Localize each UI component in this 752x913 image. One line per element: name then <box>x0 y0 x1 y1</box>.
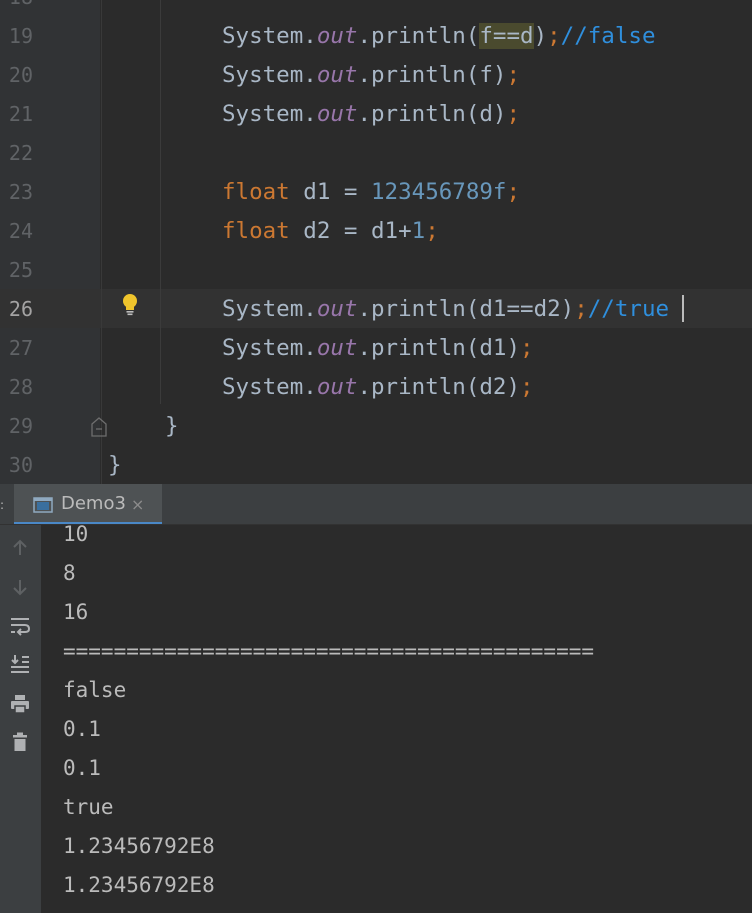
line-number: 25 <box>8 258 33 282</box>
output-line: 1.23456792E8 <box>63 834 215 858</box>
code-line-29[interactable]: } <box>165 407 179 446</box>
output-line: false <box>63 678 127 702</box>
code-token-field: out <box>316 335 358 361</box>
console-app-icon <box>33 497 53 513</box>
code-line-23[interactable]: float d1 = 123456789f; <box>222 173 520 212</box>
output-line: true <box>63 795 114 819</box>
output-line: 1.23456792E8 <box>63 873 215 897</box>
code-comment: //true <box>587 296 670 322</box>
code-token: System. <box>222 62 317 88</box>
code-line-24[interactable]: float d2 = d1+1; <box>222 212 439 251</box>
code-token: d1 = <box>289 179 372 205</box>
gutter-separator <box>101 0 102 484</box>
code-token: .println(d) <box>357 101 507 127</box>
closing-brace: } <box>165 413 179 439</box>
tab-bar-marker: : <box>0 498 5 512</box>
output-line: 16 <box>63 600 89 624</box>
code-line-30[interactable]: } <box>108 446 122 484</box>
code-token-field: out <box>316 296 358 322</box>
line-number: 29 <box>8 414 33 438</box>
line-number: 20 <box>8 63 33 87</box>
lightbulb-icon[interactable] <box>121 293 139 317</box>
close-icon[interactable]: × <box>131 497 144 513</box>
semicolon: ; <box>520 335 534 361</box>
line-number: 30 <box>8 453 33 477</box>
code-token: d2 = d1+ <box>289 218 412 244</box>
output-line: 10 <box>63 525 89 546</box>
code-token: .println(d1==d2) <box>357 296 575 322</box>
run-tab-bar: : Demo3 × <box>0 484 752 525</box>
output-separator: ========================================… <box>63 639 595 663</box>
semicolon: ; <box>506 62 521 88</box>
scroll-to-end-icon[interactable] <box>9 653 31 675</box>
code-number: 1 <box>411 218 426 244</box>
code-token-field: out <box>316 374 358 400</box>
code-token: .println(f) <box>357 62 507 88</box>
code-keyword: float <box>222 218 290 244</box>
code-line-26[interactable]: System.out.println(d1==d2);//true <box>222 290 669 329</box>
code-line-20[interactable]: System.out.println(f); <box>222 56 520 95</box>
code-token-field: out <box>316 101 358 127</box>
arrow-down-icon[interactable] <box>9 576 31 598</box>
output-line: 8 <box>63 561 76 585</box>
code-comment: //false <box>560 23 656 49</box>
output-line: 0.1 <box>63 756 101 780</box>
tab-label[interactable]: Demo3 <box>61 492 126 516</box>
code-token: .println( <box>357 23 480 49</box>
output-line: 0.1 <box>63 717 101 741</box>
line-number: 28 <box>8 375 33 399</box>
trash-icon[interactable] <box>9 731 31 753</box>
line-number: 19 <box>8 24 33 48</box>
code-token: System. <box>222 374 317 400</box>
print-icon[interactable] <box>9 693 31 715</box>
closing-brace: } <box>108 452 122 478</box>
line-number: 24 <box>8 219 33 243</box>
code-token: System. <box>222 335 317 361</box>
code-editor[interactable]: 18 19 20 21 22 23 24 25 26 27 28 29 30 S… <box>0 0 752 484</box>
line-number: 18 <box>0 0 33 17</box>
code-token: ) <box>533 23 548 49</box>
line-number: 27 <box>8 336 33 360</box>
code-token: .println(d1) <box>357 335 521 361</box>
text-caret <box>682 295 684 322</box>
code-token: System. <box>222 23 317 49</box>
code-line-19[interactable]: System.out.println(f==d);//false <box>222 17 656 56</box>
semicolon: ; <box>520 374 534 400</box>
run-tool-window: : Demo3 × 10 8 16 ======================… <box>0 484 752 913</box>
line-number: 21 <box>8 102 33 126</box>
fold-marker-icon[interactable] <box>90 416 108 438</box>
code-keyword: float <box>222 179 290 205</box>
code-line-28[interactable]: System.out.println(d2); <box>222 368 534 407</box>
code-line-27[interactable]: System.out.println(d1); <box>222 329 534 368</box>
run-toolbar <box>0 525 41 913</box>
line-number: 23 <box>8 180 33 204</box>
highlighted-expression: f==d <box>479 23 534 49</box>
code-token-field: out <box>316 23 358 49</box>
console-output[interactable]: 10 8 16 ================================… <box>41 525 752 913</box>
line-number: 22 <box>8 141 33 165</box>
arrow-up-icon[interactable] <box>9 537 31 559</box>
soft-wrap-icon[interactable] <box>9 615 31 637</box>
semicolon: ; <box>506 179 521 205</box>
semicolon: ; <box>547 23 561 49</box>
code-line-21[interactable]: System.out.println(d); <box>222 95 520 134</box>
code-token: System. <box>222 296 317 322</box>
semicolon: ; <box>425 218 439 244</box>
semicolon: ; <box>506 101 521 127</box>
code-token: System. <box>222 101 317 127</box>
semicolon: ; <box>574 296 588 322</box>
indent-guide <box>160 0 161 404</box>
code-token-field: out <box>316 62 358 88</box>
code-number: 123456789f <box>371 179 507 205</box>
code-token: .println(d2) <box>357 374 521 400</box>
line-number-current: 26 <box>8 297 33 321</box>
